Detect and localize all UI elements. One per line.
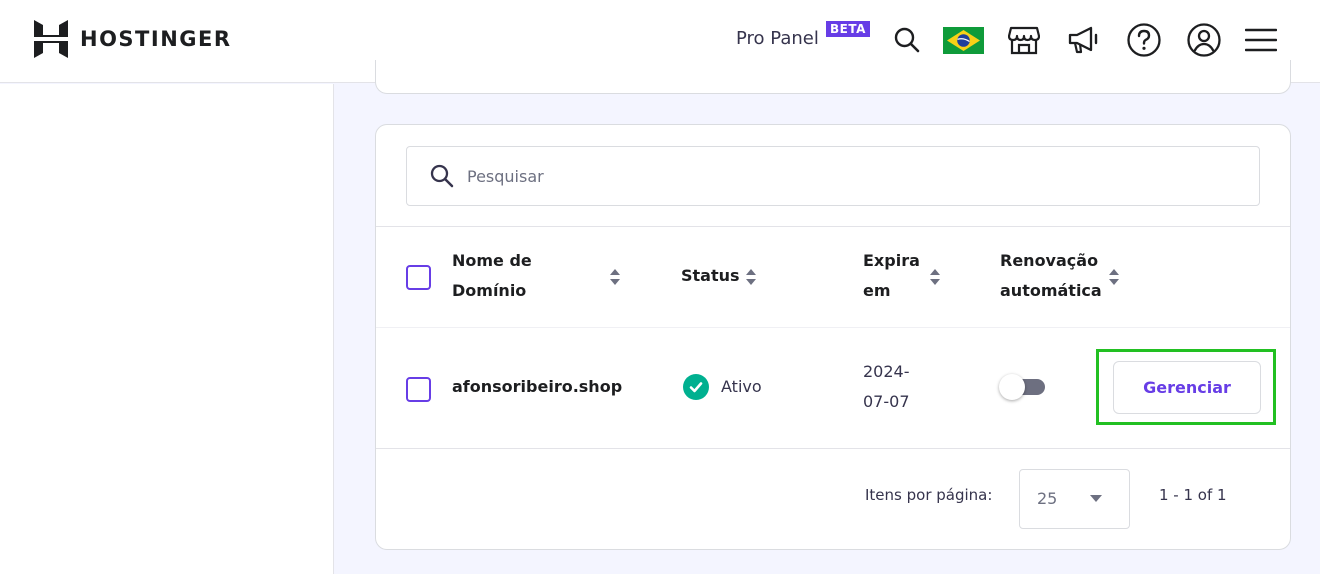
column-header-auto-renewal[interactable]: Renovação automática (1000, 246, 1102, 306)
expiration-date: 2024- 07-07 (863, 357, 910, 417)
sort-icon[interactable] (746, 269, 756, 285)
check-circle-icon (683, 374, 709, 400)
sort-icon[interactable] (610, 269, 620, 285)
column-header-domain-line2: Domínio (452, 281, 527, 300)
store-icon (1008, 26, 1040, 55)
divider (376, 448, 1290, 449)
column-header-expires-line2: em (863, 281, 891, 300)
previous-card (375, 60, 1291, 94)
column-header-domain-line1: Nome de (452, 251, 532, 270)
marketplace-button[interactable] (1004, 20, 1044, 60)
brand-name: HOSTINGER (80, 27, 232, 51)
hostinger-logo[interactable]: HOSTINGER (34, 20, 232, 58)
domain-name[interactable]: afonsoribeiro.shop (452, 372, 622, 402)
search-button[interactable] (887, 20, 927, 60)
column-header-renewal-line2: automática (1000, 281, 1102, 300)
items-per-page-select[interactable]: 25 (1019, 469, 1130, 529)
pro-panel-link[interactable]: Pro Panel (736, 28, 819, 49)
column-header-renewal-line1: Renovação (1000, 251, 1099, 270)
account-button[interactable] (1184, 20, 1224, 60)
expiration-date-line1: 2024- (863, 362, 910, 381)
select-all-checkbox[interactable] (406, 265, 431, 290)
manage-button[interactable]: Gerenciar (1113, 361, 1261, 414)
sort-icon[interactable] (1109, 269, 1119, 285)
pagination-range: 1 - 1 of 1 (1159, 486, 1227, 504)
search-field[interactable] (406, 146, 1260, 206)
auto-renewal-toggle[interactable] (999, 374, 1045, 400)
search-icon (430, 164, 454, 188)
announcements-button[interactable] (1064, 20, 1104, 60)
domains-card: Nome de Domínio Status Expira em Renovaç… (375, 124, 1291, 550)
brazil-flag-icon (943, 26, 984, 54)
search-icon (894, 27, 920, 53)
sidebar (0, 84, 334, 574)
status-text: Ativo (721, 377, 762, 396)
main-menu-button[interactable] (1241, 20, 1281, 60)
column-header-domain[interactable]: Nome de Domínio (452, 246, 532, 306)
language-button[interactable] (943, 20, 984, 60)
items-per-page-value: 25 (1037, 489, 1058, 508)
help-button[interactable] (1124, 20, 1164, 60)
column-header-status[interactable]: Status (681, 261, 740, 291)
help-icon (1127, 23, 1161, 57)
sort-icon[interactable] (930, 269, 940, 285)
divider (376, 226, 1290, 227)
chevron-down-icon (1090, 495, 1102, 502)
megaphone-icon (1068, 26, 1098, 54)
hostinger-logo-mark-icon (34, 20, 68, 58)
account-icon (1187, 23, 1221, 57)
divider (376, 327, 1290, 328)
column-header-expires[interactable]: Expira em (863, 246, 920, 306)
toggle-knob (999, 374, 1025, 400)
menu-icon (1245, 28, 1277, 52)
beta-badge: BETA (826, 21, 870, 37)
row-checkbox[interactable] (406, 377, 431, 402)
search-input[interactable] (467, 166, 1167, 186)
column-header-expires-line1: Expira (863, 251, 920, 270)
expiration-date-line2: 07-07 (863, 392, 910, 411)
items-per-page-label: Itens por página: (865, 486, 993, 504)
